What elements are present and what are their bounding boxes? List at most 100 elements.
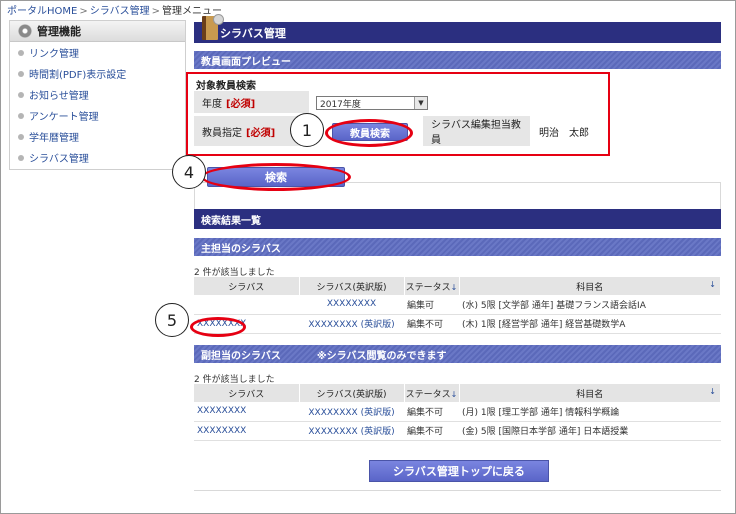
dropdown-arrow-icon: ▼ — [414, 97, 427, 109]
column-header-syllabus: シラバス — [194, 384, 300, 402]
sidebar: 管理機能 リンク管理 時間割(PDF)表示設定 お知らせ管理 アンケート管理 学… — [9, 20, 186, 170]
editor-label: シラバス編集担当教員 — [431, 120, 521, 146]
editor-label-cell: シラバス編集担当教員 — [423, 116, 530, 146]
sidebar-item-timetable[interactable]: 時間割(PDF)表示設定 — [10, 63, 185, 84]
year-select[interactable]: 2017年度 ▼ — [316, 96, 428, 110]
preview-title: 教員画面プレビュー — [201, 56, 291, 68]
column-header-subject[interactable]: 科目名 ↓ — [459, 277, 721, 295]
sidebar-item-notice[interactable]: お知らせ管理 — [10, 84, 185, 105]
year-required: [必須] — [226, 98, 256, 110]
subject-cell: (金) 5限 [国際日本学部 通年] 日本語授業 — [459, 421, 721, 441]
column-header-status[interactable]: ステータス↓ — [404, 384, 460, 402]
page-title: シラバス管理 — [220, 26, 286, 40]
gear-icon — [18, 24, 32, 38]
english-syllabus-link[interactable]: XXXXXXXX — [327, 299, 376, 309]
syllabus-cell: XXXXXXXX — [194, 421, 299, 441]
primary-results-table: シラバス シラバス(英訳版) ステータス↓ 科目名 ↓ XXXXXXXX 編集可 … — [194, 277, 721, 334]
sort-arrow-icon: ↓ — [709, 279, 716, 289]
english-syllabus-link[interactable]: XXXXXXXX (英訳版) — [308, 408, 394, 418]
table-row: XXXXXXXX 編集可 (水) 5限 [文学部 通年] 基礎フランス語会話IA — [194, 295, 721, 315]
bullet-icon — [18, 91, 24, 98]
callout-step-1: 1 — [290, 113, 324, 147]
syllabus-link[interactable]: XXXXXXXX — [197, 426, 246, 436]
breadcrumb-syllabus[interactable]: シラバス管理 — [90, 6, 150, 17]
results-header: 検索結果一覧 — [194, 209, 721, 229]
sort-arrow-icon: ↓ — [450, 282, 458, 292]
bullet-icon — [18, 49, 24, 56]
subject-cell: (木) 1限 [経営学部 通年] 経営基礎数学A — [459, 314, 721, 334]
year-value: 2017年度 — [320, 99, 361, 110]
teacher-label: 教員指定 — [202, 127, 242, 139]
primary-title: 主担当のシラバス — [201, 243, 281, 255]
secondary-results-table: シラバス シラバス(英訳版) ステータス↓ 科目名 ↓ XXXXXXXX XXXX… — [194, 384, 721, 441]
preview-section-header: 教員画面プレビュー — [194, 51, 721, 69]
breadcrumb-separator: > — [79, 6, 88, 17]
column-header-status[interactable]: ステータス↓ — [404, 277, 460, 295]
english-cell: XXXXXXXX (英訳版) — [299, 402, 404, 422]
syllabus-link[interactable]: XXXXXXXX — [197, 319, 246, 329]
sidebar-item-label: アンケート管理 — [29, 112, 99, 123]
editor-value: 明治 太郎 — [539, 128, 589, 139]
back-to-syllabus-top-button[interactable]: シラバス管理トップに戻る — [369, 460, 549, 482]
status-cell: 編集不可 — [404, 314, 459, 334]
column-header-subject[interactable]: 科目名 ↓ — [459, 384, 721, 402]
table-row: XXXXXXXX XXXXXXXX (英訳版) 編集不可 (月) 1限 [理工学… — [194, 402, 721, 422]
sort-arrow-icon: ↓ — [709, 386, 716, 396]
status-cell: 編集不可 — [404, 402, 459, 422]
secondary-note: ※シラバス閲覧のみできます — [316, 350, 447, 362]
callout-step-5: 5 — [155, 303, 189, 337]
callout-step-4: 4 — [172, 155, 206, 189]
english-syllabus-link[interactable]: XXXXXXXX (英訳版) — [308, 427, 394, 437]
sidebar-item-syllabus[interactable]: シラバス管理 — [10, 147, 185, 168]
status-header-label: ステータス — [405, 282, 451, 293]
results-title: 検索結果一覧 — [201, 215, 261, 227]
column-header-syllabus: シラバス — [194, 277, 300, 295]
search-section-label: 対象教員検索 — [196, 81, 256, 92]
sort-arrow-icon: ↓ — [450, 389, 458, 399]
bullet-icon — [18, 70, 24, 77]
subject-cell: (水) 5限 [文学部 通年] 基礎フランス語会話IA — [459, 295, 721, 315]
sidebar-item-label: 時間割(PDF)表示設定 — [29, 70, 127, 81]
subject-header-label: 科目名 — [576, 282, 604, 293]
sidebar-item-link[interactable]: リンク管理 — [10, 42, 185, 63]
status-header-label: ステータス — [405, 389, 451, 400]
teacher-search-button[interactable]: 教員検索 — [332, 123, 408, 141]
book-icon — [202, 14, 224, 40]
secondary-section-header: 副担当のシラバス ※シラバス閲覧のみできます — [194, 345, 721, 363]
search-button[interactable]: 検索 — [207, 167, 345, 187]
column-header-english: シラバス(英訳版) — [299, 277, 405, 295]
bottom-divider — [194, 490, 721, 491]
sidebar-item-label: シラバス管理 — [29, 154, 89, 165]
year-label: 年度 — [202, 98, 222, 110]
syllabus-link[interactable]: XXXXXXXX — [197, 406, 246, 416]
page-title-bar: シラバス管理 — [194, 14, 721, 43]
column-header-english: シラバス(英訳版) — [299, 384, 405, 402]
teacher-required: [必須] — [246, 127, 276, 139]
subject-cell: (月) 1限 [理工学部 通年] 情報科学概論 — [459, 402, 721, 422]
sidebar-item-survey[interactable]: アンケート管理 — [10, 105, 185, 126]
breadcrumb-separator: > — [151, 6, 161, 17]
status-cell: 編集不可 — [404, 421, 459, 441]
syllabus-cell: XXXXXXXX — [194, 314, 299, 334]
table-row: XXXXXXXX XXXXXXXX (英訳版) 編集不可 (金) 5限 [国際日… — [194, 421, 721, 441]
breadcrumb-portal-home[interactable]: ポータルHOME — [7, 6, 77, 17]
secondary-title: 副担当のシラバス — [201, 350, 281, 362]
year-label-cell: 年度 [必須] — [194, 91, 309, 113]
english-cell: XXXXXXXX (英訳版) — [299, 421, 404, 441]
syllabus-cell: XXXXXXXX — [194, 402, 299, 422]
sidebar-item-calendar[interactable]: 学年暦管理 — [10, 126, 185, 147]
english-cell: XXXXXXXX (英訳版) — [299, 314, 404, 334]
sidebar-title: 管理機能 — [37, 25, 81, 38]
primary-section-header: 主担当のシラバス — [194, 238, 721, 256]
sidebar-item-label: リンク管理 — [29, 49, 79, 60]
bullet-icon — [18, 154, 24, 161]
sidebar-item-label: お知らせ管理 — [29, 91, 89, 102]
sidebar-header: 管理機能 — [10, 21, 185, 42]
table-row: XXXXXXXX XXXXXXXX (英訳版) 編集不可 (木) 1限 [経営学… — [194, 314, 721, 334]
bullet-icon — [18, 133, 24, 140]
bullet-icon — [18, 112, 24, 119]
syllabus-cell — [194, 295, 299, 315]
english-cell: XXXXXXXX — [299, 295, 404, 315]
english-syllabus-link[interactable]: XXXXXXXX (英訳版) — [308, 320, 394, 330]
status-cell: 編集可 — [404, 295, 459, 315]
